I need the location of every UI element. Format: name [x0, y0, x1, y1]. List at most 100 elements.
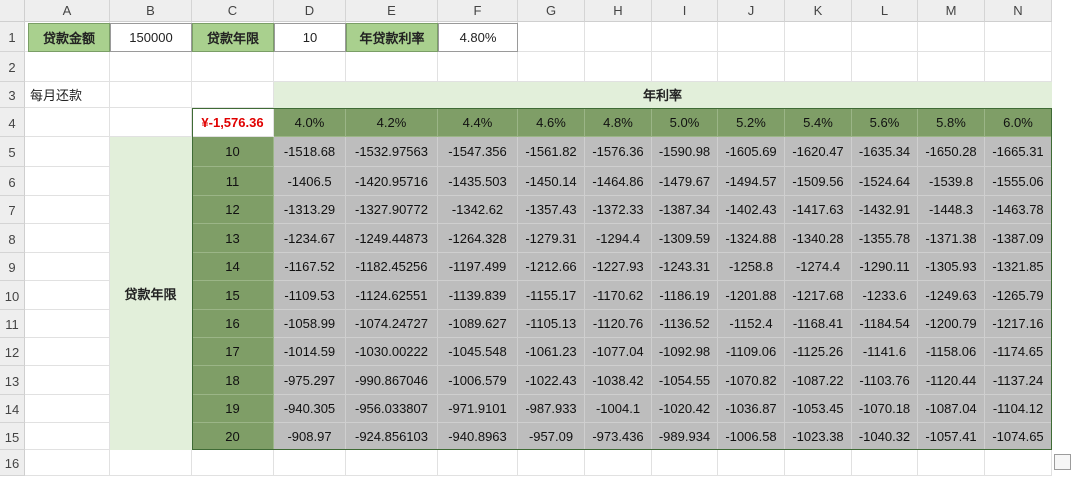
column-header-I[interactable]: I — [652, 0, 718, 22]
payment-cell[interactable]: -1212.66 — [518, 253, 585, 281]
grid-cell[interactable] — [785, 22, 852, 52]
grid-cell[interactable] — [25, 137, 110, 167]
grid-cell[interactable] — [718, 22, 785, 52]
row-header-9[interactable]: 9 — [0, 253, 25, 281]
term-cell[interactable]: 12 — [192, 196, 274, 224]
grid-cell[interactable] — [25, 167, 110, 196]
payment-cell[interactable]: -1605.69 — [718, 137, 785, 167]
payment-cell[interactable]: -1200.79 — [918, 310, 985, 338]
grid-cell[interactable] — [274, 450, 346, 476]
payment-cell[interactable]: -1227.93 — [585, 253, 652, 281]
payment-cell[interactable]: -1136.52 — [652, 310, 718, 338]
payment-cell[interactable]: -1022.43 — [518, 366, 585, 395]
row-header-15[interactable]: 15 — [0, 423, 25, 450]
payment-cell[interactable]: -1234.67 — [274, 224, 346, 253]
grid-cell[interactable] — [25, 196, 110, 224]
grid-cell[interactable] — [346, 450, 438, 476]
payment-cell[interactable]: -1006.58 — [718, 423, 785, 450]
payment-cell[interactable]: -1417.63 — [785, 196, 852, 224]
payment-cell[interactable]: -940.8963 — [438, 423, 518, 450]
row-header-14[interactable]: 14 — [0, 395, 25, 423]
grid-cell[interactable] — [110, 52, 192, 82]
term-cell[interactable]: 15 — [192, 281, 274, 310]
grid-cell[interactable] — [346, 52, 438, 82]
payment-cell[interactable]: -1152.4 — [718, 310, 785, 338]
grid-cell[interactable] — [25, 108, 110, 137]
payment-cell[interactable]: -1402.43 — [718, 196, 785, 224]
payment-cell[interactable]: -1387.34 — [652, 196, 718, 224]
payment-cell[interactable]: -1650.28 — [918, 137, 985, 167]
payment-cell[interactable]: -1120.76 — [585, 310, 652, 338]
payment-cell[interactable]: -1539.8 — [918, 167, 985, 196]
grid-cell[interactable] — [652, 52, 718, 82]
payment-cell[interactable]: -1258.8 — [718, 253, 785, 281]
payment-cell[interactable]: -1340.28 — [785, 224, 852, 253]
row-header-4[interactable]: 4 — [0, 108, 25, 137]
payment-cell[interactable]: -1387.09 — [985, 224, 1052, 253]
select-all-corner[interactable] — [0, 0, 25, 22]
grid-cell[interactable] — [852, 450, 918, 476]
payment-cell[interactable]: -1249.63 — [918, 281, 985, 310]
row-header-7[interactable]: 7 — [0, 196, 25, 224]
payment-cell[interactable]: -1155.17 — [518, 281, 585, 310]
row-header-11[interactable]: 11 — [0, 310, 25, 338]
payment-cell[interactable]: -1249.44873 — [346, 224, 438, 253]
payment-cell[interactable]: -1217.68 — [785, 281, 852, 310]
rate-header-cell[interactable]: 5.2% — [718, 108, 785, 137]
payment-cell[interactable]: -1464.86 — [585, 167, 652, 196]
rate-header-cell[interactable]: 6.0% — [985, 108, 1052, 137]
payment-cell[interactable]: -1023.38 — [785, 423, 852, 450]
grid-cell[interactable] — [518, 450, 585, 476]
payment-cell[interactable]: -1104.12 — [985, 395, 1052, 423]
row-header-12[interactable]: 12 — [0, 338, 25, 366]
rate-header-cell[interactable]: 5.6% — [852, 108, 918, 137]
payment-cell[interactable]: -1092.98 — [652, 338, 718, 366]
column-header-E[interactable]: E — [346, 0, 438, 22]
payment-cell[interactable]: -1576.36 — [585, 137, 652, 167]
payment-cell[interactable]: -1089.627 — [438, 310, 518, 338]
term-cell[interactable]: 11 — [192, 167, 274, 196]
payment-cell[interactable]: -1141.6 — [852, 338, 918, 366]
payment-cell[interactable]: -1054.55 — [652, 366, 718, 395]
rate-header-cell[interactable]: 5.0% — [652, 108, 718, 137]
payment-cell[interactable]: -1321.85 — [985, 253, 1052, 281]
payment-cell[interactable]: -1265.79 — [985, 281, 1052, 310]
payment-cell[interactable]: -1030.00222 — [346, 338, 438, 366]
payment-cell[interactable]: -1137.24 — [985, 366, 1052, 395]
payment-cell[interactable]: -990.867046 — [346, 366, 438, 395]
payment-cell[interactable]: -1294.4 — [585, 224, 652, 253]
grid-cell[interactable] — [518, 22, 585, 52]
rate-header-cell[interactable]: 5.8% — [918, 108, 985, 137]
payment-cell[interactable]: -1448.3 — [918, 196, 985, 224]
payment-cell[interactable]: -1109.06 — [718, 338, 785, 366]
payment-cell[interactable]: -1006.579 — [438, 366, 518, 395]
column-header-C[interactable]: C — [192, 0, 274, 22]
payment-cell[interactable]: -1197.499 — [438, 253, 518, 281]
payment-cell[interactable]: -1105.13 — [518, 310, 585, 338]
payment-cell[interactable]: -1494.57 — [718, 167, 785, 196]
payment-cell[interactable]: -1139.839 — [438, 281, 518, 310]
payment-cell[interactable]: -1125.26 — [785, 338, 852, 366]
column-header-J[interactable]: J — [718, 0, 785, 22]
column-header-N[interactable]: N — [985, 0, 1052, 22]
payment-cell[interactable]: -1324.88 — [718, 224, 785, 253]
payment-cell[interactable]: -1061.23 — [518, 338, 585, 366]
payment-cell[interactable]: -1074.65 — [985, 423, 1052, 450]
payment-cell[interactable]: -1186.19 — [652, 281, 718, 310]
payment-cell[interactable]: -1070.18 — [852, 395, 918, 423]
grid-cell[interactable] — [652, 450, 718, 476]
formula-result-cell[interactable]: ¥-1,576.36 — [192, 108, 274, 137]
grid-cell[interactable] — [25, 253, 110, 281]
payment-cell[interactable]: -1201.88 — [718, 281, 785, 310]
payment-cell[interactable]: -1109.53 — [274, 281, 346, 310]
column-header-L[interactable]: L — [852, 0, 918, 22]
grid-cell[interactable] — [25, 52, 110, 82]
grid-cell[interactable] — [25, 338, 110, 366]
row-header-16[interactable]: 16 — [0, 450, 25, 476]
row-header-1[interactable]: 1 — [0, 22, 25, 52]
payment-cell[interactable]: -1313.29 — [274, 196, 346, 224]
payment-cell[interactable]: -924.856103 — [346, 423, 438, 450]
payment-cell[interactable]: -1243.31 — [652, 253, 718, 281]
loan-amount-value[interactable]: 150000 — [110, 23, 192, 52]
payment-cell[interactable]: -989.934 — [652, 423, 718, 450]
